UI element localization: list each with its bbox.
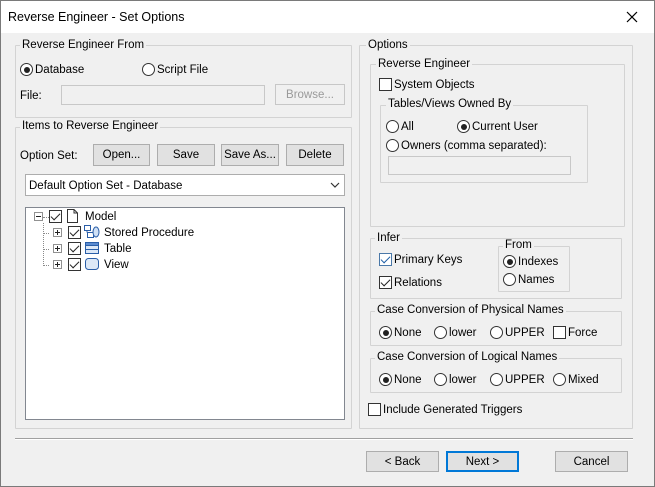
tree-node-stored-procedure[interactable]: Stored Procedure	[26, 224, 226, 240]
option-set-label: Option Set:	[20, 150, 78, 162]
owned-by-current-user-label: Current User	[472, 121, 538, 133]
file-label: File:	[20, 90, 42, 102]
physical-case-label: Case Conversion of Physical Names	[375, 304, 566, 317]
tree-node-table[interactable]: Table	[26, 240, 226, 256]
reverse-engineer-dialog: Reverse Engineer - Set Options Reverse E…	[0, 0, 655, 487]
include-triggers-label: Include Generated Triggers	[383, 404, 523, 416]
database-radio[interactable]	[20, 63, 33, 76]
system-objects-checkbox[interactable]	[379, 78, 392, 91]
chevron-down-icon	[330, 182, 340, 188]
tree-node-label: View	[104, 259, 129, 271]
logical-mixed-radio[interactable]	[553, 373, 566, 386]
owned-by-all-label: All	[401, 121, 414, 133]
back-button[interactable]: < Back	[366, 451, 439, 472]
stored-procedure-icon	[84, 225, 100, 238]
title-bar: Reverse Engineer - Set Options	[1, 1, 654, 33]
owned-by-all-radio[interactable]	[386, 120, 399, 133]
reverse-engineer-from-label: Reverse Engineer From	[20, 39, 147, 52]
physical-lower-radio[interactable]	[434, 326, 447, 339]
table-icon	[85, 242, 99, 254]
tree-checkbox[interactable]	[68, 226, 81, 239]
tree-node-label: Stored Procedure	[104, 227, 195, 239]
browse-button[interactable]: Browse...	[275, 84, 345, 105]
logical-case-label: Case Conversion of Logical Names	[375, 351, 560, 364]
view-icon	[85, 258, 99, 270]
save-button[interactable]: Save	[157, 144, 215, 166]
physical-lower-label: lower	[449, 327, 477, 339]
physical-upper-radio[interactable]	[490, 326, 503, 339]
open-button[interactable]: Open...	[93, 144, 150, 166]
document-icon	[67, 209, 78, 223]
force-label: Force	[568, 327, 598, 339]
system-objects-label: System Objects	[394, 79, 475, 91]
owned-by-owners-label: Owners (comma separated):	[401, 140, 547, 152]
expand-icon[interactable]	[53, 244, 62, 253]
logical-lower-label: lower	[449, 374, 477, 386]
tree-node-label: Model	[85, 211, 117, 223]
window-title: Reverse Engineer - Set Options	[8, 10, 185, 24]
physical-upper-label: UPPER	[505, 327, 545, 339]
database-radio-label: Database	[35, 64, 85, 76]
logical-upper-label: UPPER	[505, 374, 545, 386]
option-set-select[interactable]: Default Option Set - Database	[25, 174, 345, 196]
file-field[interactable]	[61, 85, 265, 105]
script-file-radio-label: Script File	[157, 64, 209, 76]
logical-lower-radio[interactable]	[434, 373, 447, 386]
owned-by-current-user-radio[interactable]	[457, 120, 470, 133]
infer-from-indexes-radio[interactable]	[503, 255, 516, 268]
collapse-icon[interactable]	[34, 212, 43, 221]
tree-checkbox[interactable]	[49, 210, 62, 223]
logical-mixed-label: Mixed	[568, 374, 599, 386]
close-button[interactable]	[610, 1, 654, 32]
next-button[interactable]: Next >	[446, 451, 519, 472]
save-as-button[interactable]: Save As...	[221, 144, 279, 166]
reverse-engineer-from-group	[15, 45, 352, 118]
tree-node-view[interactable]: View	[26, 256, 226, 272]
physical-none-radio[interactable]	[379, 326, 392, 339]
force-checkbox[interactable]	[553, 326, 566, 339]
delete-button[interactable]: Delete	[286, 144, 344, 166]
footer-separator	[15, 438, 633, 440]
physical-none-label: None	[394, 327, 422, 339]
items-tree[interactable]: Model Stored Procedure Table View	[25, 207, 345, 420]
tree-checkbox[interactable]	[68, 242, 81, 255]
items-group-label: Items to Reverse Engineer	[20, 120, 161, 133]
include-triggers-checkbox[interactable]	[368, 403, 381, 416]
owned-by-label: Tables/Views Owned By	[386, 98, 514, 111]
tree-node-label: Table	[104, 243, 132, 255]
relations-label: Relations	[394, 277, 442, 289]
primary-keys-checkbox[interactable]	[379, 253, 392, 266]
owners-field[interactable]	[388, 156, 571, 175]
script-file-radio[interactable]	[142, 63, 155, 76]
infer-from-names-radio[interactable]	[503, 273, 516, 286]
tree-node-model[interactable]: Model	[26, 208, 226, 224]
infer-from-names-label: Names	[518, 274, 555, 286]
logical-upper-radio[interactable]	[490, 373, 503, 386]
close-icon	[626, 11, 638, 22]
reverse-engineer-options-label: Reverse Engineer	[376, 58, 473, 71]
infer-from-indexes-label: Indexes	[518, 256, 559, 268]
logical-none-label: None	[394, 374, 422, 386]
infer-from-label: From	[503, 239, 534, 252]
cancel-button[interactable]: Cancel	[555, 451, 628, 472]
logical-none-radio[interactable]	[379, 373, 392, 386]
infer-group-label: Infer	[375, 232, 403, 245]
option-set-select-value: Default Option Set - Database	[29, 180, 183, 192]
owned-by-owners-radio[interactable]	[386, 139, 399, 152]
tree-checkbox[interactable]	[68, 258, 81, 271]
expand-icon[interactable]	[53, 260, 62, 269]
relations-checkbox[interactable]	[379, 276, 392, 289]
primary-keys-label: Primary Keys	[394, 254, 463, 266]
expand-icon[interactable]	[53, 228, 62, 237]
options-group-label: Options	[366, 39, 410, 52]
